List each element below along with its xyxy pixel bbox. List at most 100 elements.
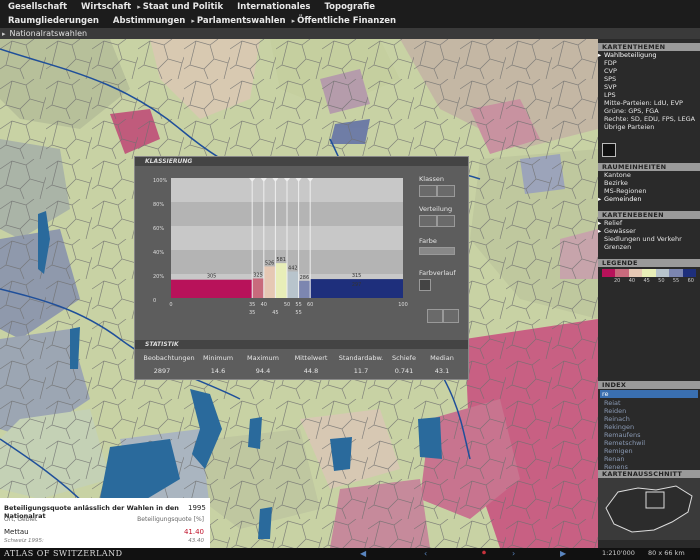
- layer-item-gewaesser[interactable]: ▸ Gewässer: [598, 227, 700, 235]
- menu-row-2: Raumgliederungen Abstimmungen ▸ Parlamen…: [0, 14, 700, 28]
- theme-item-gruene[interactable]: Grüne: GPS, FGA: [598, 107, 700, 115]
- breadcrumb-label[interactable]: Nationalratswahlen: [10, 29, 88, 38]
- x-tick-label: 50: [284, 302, 290, 308]
- legend-swatch: [669, 269, 683, 277]
- toggle-icon[interactable]: [602, 143, 616, 157]
- stat-value: 94.4: [255, 367, 271, 375]
- histogram-bar: [275, 263, 287, 298]
- legend-swatch: [655, 269, 670, 277]
- stat-header: Beobachtungen: [143, 354, 195, 362]
- legend-swatches: [602, 269, 696, 277]
- index-item[interactable]: Rekingen: [598, 423, 700, 431]
- submenu-arrow-icon: ▸: [137, 3, 141, 11]
- theme-item-rechte[interactable]: Rechte: SD, EDU, FPS, LEGA: [598, 115, 700, 123]
- index-item[interactable]: Reiat: [598, 399, 700, 407]
- color-slider[interactable]: [419, 247, 455, 255]
- legend-swatch: [615, 269, 629, 277]
- layer-item-siedlungen[interactable]: Siedlungen und Verkehr: [598, 235, 700, 243]
- y-tick-label: 0: [153, 298, 156, 304]
- nav-prev-icon[interactable]: ‹: [424, 549, 427, 558]
- y-tick-label: 80%: [153, 202, 164, 208]
- bar-value-label: 315: [352, 273, 362, 279]
- layer-item-relief[interactable]: ▸ Relief: [598, 219, 700, 227]
- unit-item-kantone[interactable]: Kantone: [598, 171, 700, 179]
- stat-value: 44.8: [303, 367, 319, 375]
- legend-label: 60: [687, 278, 694, 284]
- menu-raumgliederungen[interactable]: Raumgliederungen: [8, 16, 99, 26]
- legend-label: 50: [658, 278, 665, 284]
- bar-value-label: 442: [288, 265, 298, 271]
- index-search-input[interactable]: re: [600, 390, 698, 398]
- stat-header: Mittelwert: [294, 354, 328, 362]
- theme-item-cvp[interactable]: CVP: [598, 67, 700, 75]
- menu-wirtschaft[interactable]: Wirtschaft: [81, 2, 131, 12]
- nav-next-icon[interactable]: ›: [512, 549, 515, 558]
- section-kartenebenen: KARTENEBENEN ▸ Relief ▸ Gewässer Siedlunge…: [598, 211, 700, 251]
- statistics-panel: STATISTIK Beobachtungen Minimum Maximum …: [135, 340, 468, 379]
- menu-internationales[interactable]: Internationales: [237, 2, 310, 12]
- apply-button[interactable]: [443, 309, 459, 323]
- classes-decrease-button[interactable]: [419, 185, 437, 197]
- nav-forward-icon[interactable]: ▶: [560, 549, 566, 558]
- info-sub-value: 43.40: [188, 538, 204, 544]
- undo-button[interactable]: [427, 309, 443, 323]
- stat-header: Standardabw.: [338, 354, 384, 362]
- unit-item-bezirke[interactable]: Bezirke: [598, 179, 700, 187]
- theme-item-fdp[interactable]: FDP: [598, 59, 700, 67]
- x-tick-label: 0: [169, 302, 172, 308]
- distribution-quantile-button[interactable]: [437, 215, 455, 227]
- color-label: Farbe: [419, 237, 437, 245]
- stat-value: 0.741: [394, 367, 414, 375]
- section-raumeinheiten: RAUMEINHEITEN Kantone Bezirke MS-Regione…: [598, 163, 700, 203]
- theme-item-wahlbeteiligung[interactable]: ▸ Wahlbeteiligung: [598, 51, 700, 59]
- section-title: KARTENEBENEN: [598, 211, 700, 219]
- section-title: LEGENDE: [598, 259, 700, 267]
- menu-staat-und-politik[interactable]: Staat und Politik: [143, 2, 223, 12]
- unit-label: Gemeinden: [604, 195, 642, 203]
- color-gradient-label: Farbverlauf: [419, 269, 456, 277]
- legend-label: 40: [628, 278, 636, 284]
- section-title: KARTENTHEMEN: [598, 43, 700, 51]
- menu-abstimmungen[interactable]: Abstimmungen: [113, 16, 185, 26]
- info-sub-label: Schweiz 1995:: [4, 538, 44, 544]
- stat-value: 2897: [153, 367, 171, 375]
- theme-item-uebrige[interactable]: Übrige Parteien: [598, 123, 700, 131]
- distribution-equal-button[interactable]: [419, 215, 437, 227]
- overview-map[interactable]: [598, 478, 700, 540]
- unit-item-gemeinden[interactable]: ▸ Gemeinden: [598, 195, 700, 203]
- histogram-bar: [263, 266, 276, 298]
- stat-header: Minimum: [202, 354, 234, 362]
- menu-gesellschaft[interactable]: Gesellschaft: [8, 2, 67, 12]
- theme-item-lps[interactable]: LPS: [598, 91, 700, 99]
- index-item[interactable]: Renan: [598, 455, 700, 463]
- info-panel: Beteiligungsquote anlässlich der Wahlen …: [0, 498, 210, 548]
- menu-topografie[interactable]: Topografie: [325, 2, 376, 12]
- layer-item-grenzen[interactable]: Grenzen: [598, 243, 700, 251]
- theme-item-svp[interactable]: SVP: [598, 83, 700, 91]
- index-item[interactable]: Remaufens: [598, 431, 700, 439]
- index-item[interactable]: Remetschwil: [598, 439, 700, 447]
- index-item[interactable]: Reinach: [598, 415, 700, 423]
- classes-increase-button[interactable]: [437, 185, 455, 197]
- x-tick-label: 55: [295, 302, 301, 308]
- index-item[interactable]: Remigen: [598, 447, 700, 455]
- histogram-bar: [298, 280, 311, 298]
- x-tick-label: 35: [249, 310, 255, 316]
- gradient-swatch[interactable]: [419, 279, 431, 291]
- nav-back-icon[interactable]: ◀: [360, 549, 366, 558]
- section-index: INDEX re Reiat Reiden Reinach Rekingen R…: [598, 381, 700, 471]
- histogram-bar: [252, 278, 264, 298]
- unit-item-ms-regionen[interactable]: MS-Regionen: [598, 187, 700, 195]
- info-year: 1995: [188, 504, 206, 512]
- theme-item-sps[interactable]: SPS: [598, 75, 700, 83]
- extent-readout: 80 x 66 km: [648, 549, 685, 557]
- menu-parlamentswahlen[interactable]: Parlamentswahlen: [197, 16, 286, 26]
- menu-oeffentliche-finanzen[interactable]: Öffentliche Finanzen: [297, 16, 396, 26]
- breadcrumb: ▸ Nationalratswahlen: [0, 28, 700, 39]
- x-tick-label: 35: [249, 302, 255, 308]
- index-item[interactable]: Reiden: [598, 407, 700, 415]
- theme-item-mitte[interactable]: Mitte-Parteien: LdU, EVP: [598, 99, 700, 107]
- stat-value: 43.1: [434, 367, 450, 375]
- record-icon[interactable]: ⏺: [482, 548, 486, 558]
- theme-label: Wahlbeteiligung: [604, 51, 657, 59]
